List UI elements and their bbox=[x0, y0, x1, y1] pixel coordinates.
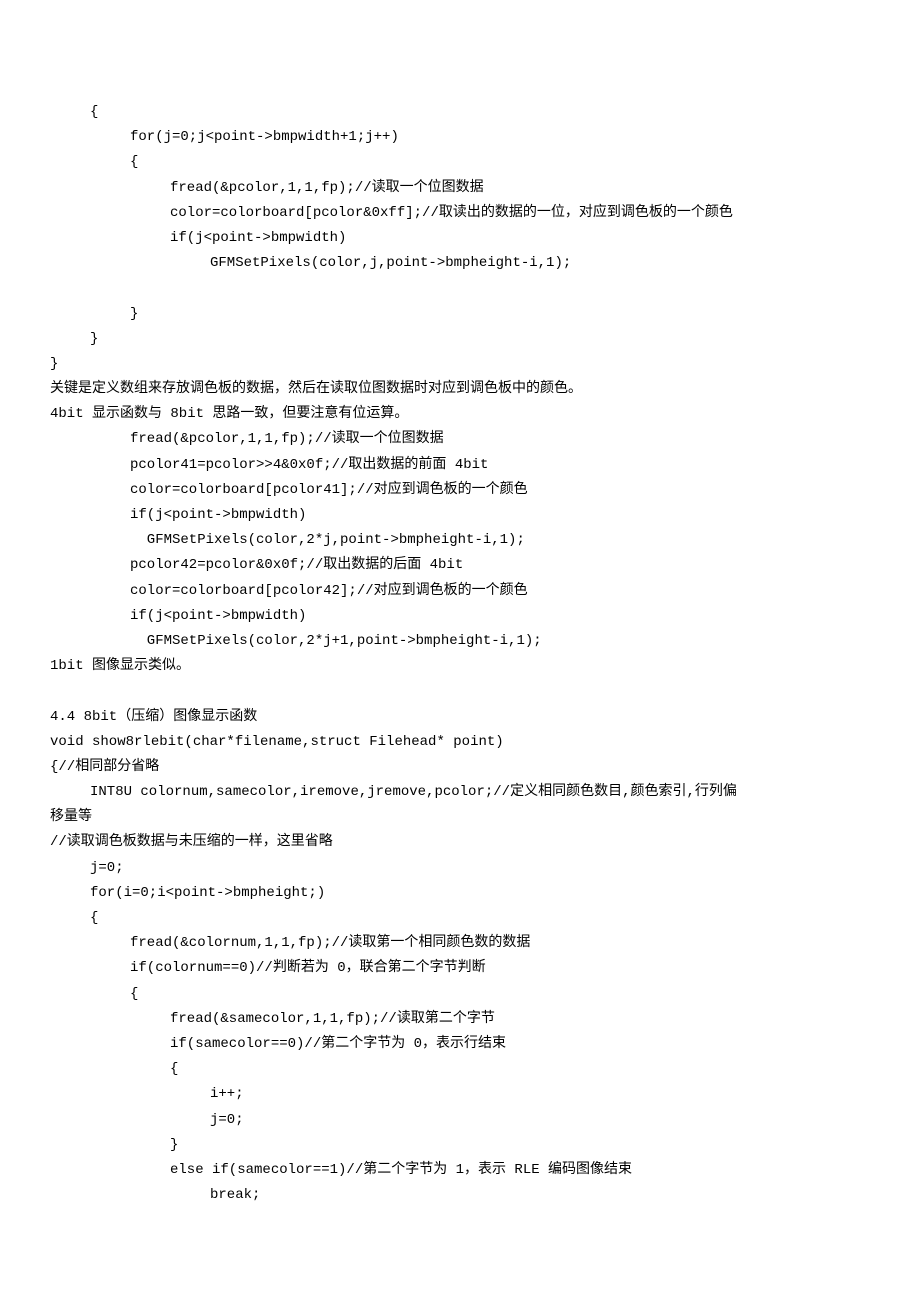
code-line: GFMSetPixels(color,2*j,point->bmpheight-… bbox=[50, 528, 870, 553]
code-line: //读取调色板数据与未压缩的一样，这里省略 bbox=[50, 830, 870, 855]
code-line: if(samecolor==0)//第二个字节为 0，表示行结束 bbox=[50, 1032, 870, 1057]
blank-line bbox=[50, 679, 870, 704]
code-line: for(i=0;i<point->bmpheight;) bbox=[50, 881, 870, 906]
code-line: color=colorboard[pcolor41];//对应到调色板的一个颜色 bbox=[50, 478, 870, 503]
code-line: { bbox=[50, 982, 870, 1007]
code-line: fread(&pcolor,1,1,fp);//读取一个位图数据 bbox=[50, 427, 870, 452]
code-line: { bbox=[50, 100, 870, 125]
code-line: { bbox=[50, 1057, 870, 1082]
document-content: {for(j=0;j<point->bmpwidth+1;j++){fread(… bbox=[50, 100, 870, 1208]
code-line: { bbox=[50, 906, 870, 931]
code-line: fread(&pcolor,1,1,fp);//读取一个位图数据 bbox=[50, 176, 870, 201]
code-line: } bbox=[50, 327, 870, 352]
code-line: fread(&colornum,1,1,fp);//读取第一个相同颜色数的数据 bbox=[50, 931, 870, 956]
code-line: void show8rlebit(char*filename,struct Fi… bbox=[50, 730, 870, 755]
code-line: {//相同部分省略 bbox=[50, 755, 870, 780]
code-line: j=0; bbox=[50, 856, 870, 881]
code-line: } bbox=[50, 302, 870, 327]
code-line: 关键是定义数组来存放调色板的数据，然后在读取位图数据时对应到调色板中的颜色。 bbox=[50, 377, 870, 402]
code-line: color=colorboard[pcolor42];//对应到调色板的一个颜色 bbox=[50, 579, 870, 604]
code-line: if(j<point->bmpwidth) bbox=[50, 226, 870, 251]
code-line: color=colorboard[pcolor&0xff];//取读出的数据的一… bbox=[50, 201, 870, 226]
code-line: 4bit 显示函数与 8bit 思路一致，但要注意有位运算。 bbox=[50, 402, 870, 427]
code-line: if(j<point->bmpwidth) bbox=[50, 503, 870, 528]
code-line: if(colornum==0)//判断若为 0，联合第二个字节判断 bbox=[50, 956, 870, 981]
code-line: j=0; bbox=[50, 1108, 870, 1133]
code-line: GFMSetPixels(color,2*j+1,point->bmpheigh… bbox=[50, 629, 870, 654]
code-line: } bbox=[50, 352, 870, 377]
code-line: 1bit 图像显示类似。 bbox=[50, 654, 870, 679]
code-line: else if(samecolor==1)//第二个字节为 1，表示 RLE 编… bbox=[50, 1158, 870, 1183]
code-line: pcolor42=pcolor&0x0f;//取出数据的后面 4bit bbox=[50, 553, 870, 578]
code-line: 移量等 bbox=[50, 805, 870, 830]
code-line: 4.4 8bit（压缩）图像显示函数 bbox=[50, 705, 870, 730]
code-line: GFMSetPixels(color,j,point->bmpheight-i,… bbox=[50, 251, 870, 276]
code-line: if(j<point->bmpwidth) bbox=[50, 604, 870, 629]
code-line: pcolor41=pcolor>>4&0x0f;//取出数据的前面 4bit bbox=[50, 453, 870, 478]
code-line: } bbox=[50, 1133, 870, 1158]
code-line: i++; bbox=[50, 1082, 870, 1107]
code-line: for(j=0;j<point->bmpwidth+1;j++) bbox=[50, 125, 870, 150]
code-line: { bbox=[50, 150, 870, 175]
code-line: INT8U colornum,samecolor,iremove,jremove… bbox=[50, 780, 870, 805]
blank-line bbox=[50, 276, 870, 301]
code-line: fread(&samecolor,1,1,fp);//读取第二个字节 bbox=[50, 1007, 870, 1032]
code-line: break; bbox=[50, 1183, 870, 1208]
